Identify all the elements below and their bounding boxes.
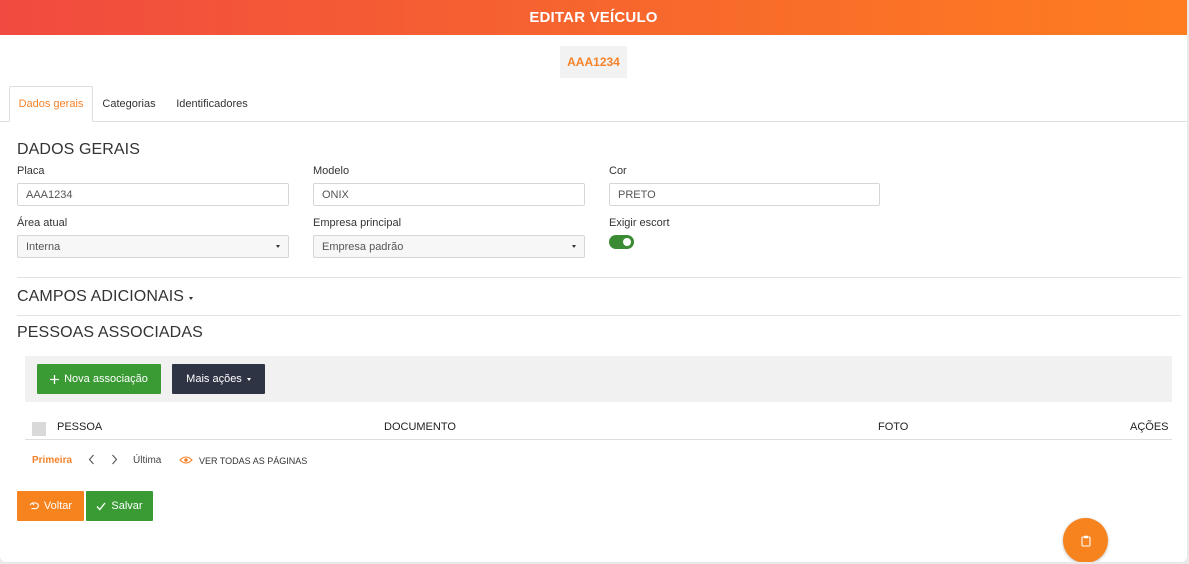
- edit-vehicle-window: EDITAR VEÍCULO AAA1234 Dados gerais Cate…: [0, 0, 1187, 562]
- area-atual-value: Interna: [26, 240, 61, 253]
- toggle-knob: [623, 238, 631, 246]
- voltar-button[interactable]: Voltar: [17, 491, 84, 521]
- mais-acoes-button[interactable]: Mais ações: [172, 364, 265, 394]
- mais-acoes-label: Mais ações: [186, 373, 242, 385]
- check-icon: [96, 502, 106, 511]
- modelo-input[interactable]: ONIX: [313, 183, 585, 206]
- floating-action-button[interactable]: [1063, 518, 1108, 562]
- exigir-escort-toggle[interactable]: [609, 235, 634, 249]
- plate-badge-wrap: AAA1234: [0, 46, 1187, 78]
- caret-down-icon: [189, 297, 194, 300]
- salvar-button[interactable]: Salvar: [86, 491, 153, 521]
- empresa-principal-value: Empresa padrão: [322, 240, 404, 253]
- caret-down-icon: [572, 245, 576, 248]
- undo-icon: [29, 501, 39, 511]
- modelo-label: Modelo: [313, 165, 350, 177]
- pagination-last[interactable]: Última: [133, 455, 161, 466]
- column-acoes: AÇÕES: [1130, 421, 1169, 433]
- tab-bar: Dados gerais Categorias Identificadores: [0, 86, 1187, 122]
- cor-input[interactable]: PRETO: [609, 183, 880, 206]
- view-all-pages-link[interactable]: VER TODAS AS PÁGINAS: [199, 456, 307, 466]
- tab-identificadores[interactable]: Identificadores: [168, 86, 256, 122]
- tab-dados-gerais[interactable]: Dados gerais: [9, 86, 93, 122]
- pessoas-associadas-title: PESSOAS ASSOCIADAS: [17, 324, 203, 341]
- associations-table-header: PESSOA DOCUMENTO FOTO AÇÕES: [25, 414, 1172, 440]
- pagination-first[interactable]: Primeira: [32, 455, 72, 466]
- campos-adicionais-toggle[interactable]: CAMPOS ADICIONAIS: [17, 288, 194, 306]
- caret-down-icon: [276, 245, 280, 248]
- associations-toolbar: Nova associação Mais ações: [25, 356, 1172, 402]
- eye-icon: [179, 455, 193, 465]
- chevron-right-icon[interactable]: [111, 454, 118, 465]
- exigir-escort-label: Exigir escort: [609, 217, 670, 229]
- plate-badge: AAA1234: [560, 46, 627, 78]
- column-foto: FOTO: [878, 421, 909, 433]
- nova-associacao-button[interactable]: Nova associação: [37, 364, 161, 394]
- chevron-left-icon[interactable]: [88, 454, 95, 465]
- voltar-label: Voltar: [43, 500, 73, 512]
- plus-icon: [50, 374, 60, 384]
- clipboard-icon: [1080, 535, 1091, 547]
- salvar-label: Salvar: [111, 500, 143, 512]
- column-pessoa: PESSOA: [57, 421, 103, 433]
- empresa-principal-select[interactable]: Empresa padrão: [313, 235, 585, 258]
- caret-down-icon: [246, 377, 251, 381]
- nova-associacao-label: Nova associação: [64, 373, 148, 385]
- divider: [17, 277, 1181, 278]
- campos-adicionais-title: CAMPOS ADICIONAIS: [17, 288, 185, 305]
- area-atual-label: Área atual: [17, 217, 68, 229]
- column-documento: DOCUMENTO: [384, 421, 456, 433]
- divider: [17, 315, 1181, 316]
- placa-input[interactable]: AAA1234: [17, 183, 289, 206]
- dados-gerais-title: DADOS GERAIS: [17, 141, 141, 158]
- page-header: EDITAR VEÍCULO: [0, 0, 1187, 35]
- select-all-checkbox[interactable]: [32, 422, 46, 436]
- empresa-principal-label: Empresa principal: [313, 217, 402, 229]
- area-atual-select[interactable]: Interna: [17, 235, 289, 258]
- page-title: EDITAR VEÍCULO: [529, 9, 658, 26]
- tab-categorias[interactable]: Categorias: [96, 86, 162, 122]
- cor-label: Cor: [609, 165, 627, 177]
- placa-label: Placa: [17, 165, 45, 177]
